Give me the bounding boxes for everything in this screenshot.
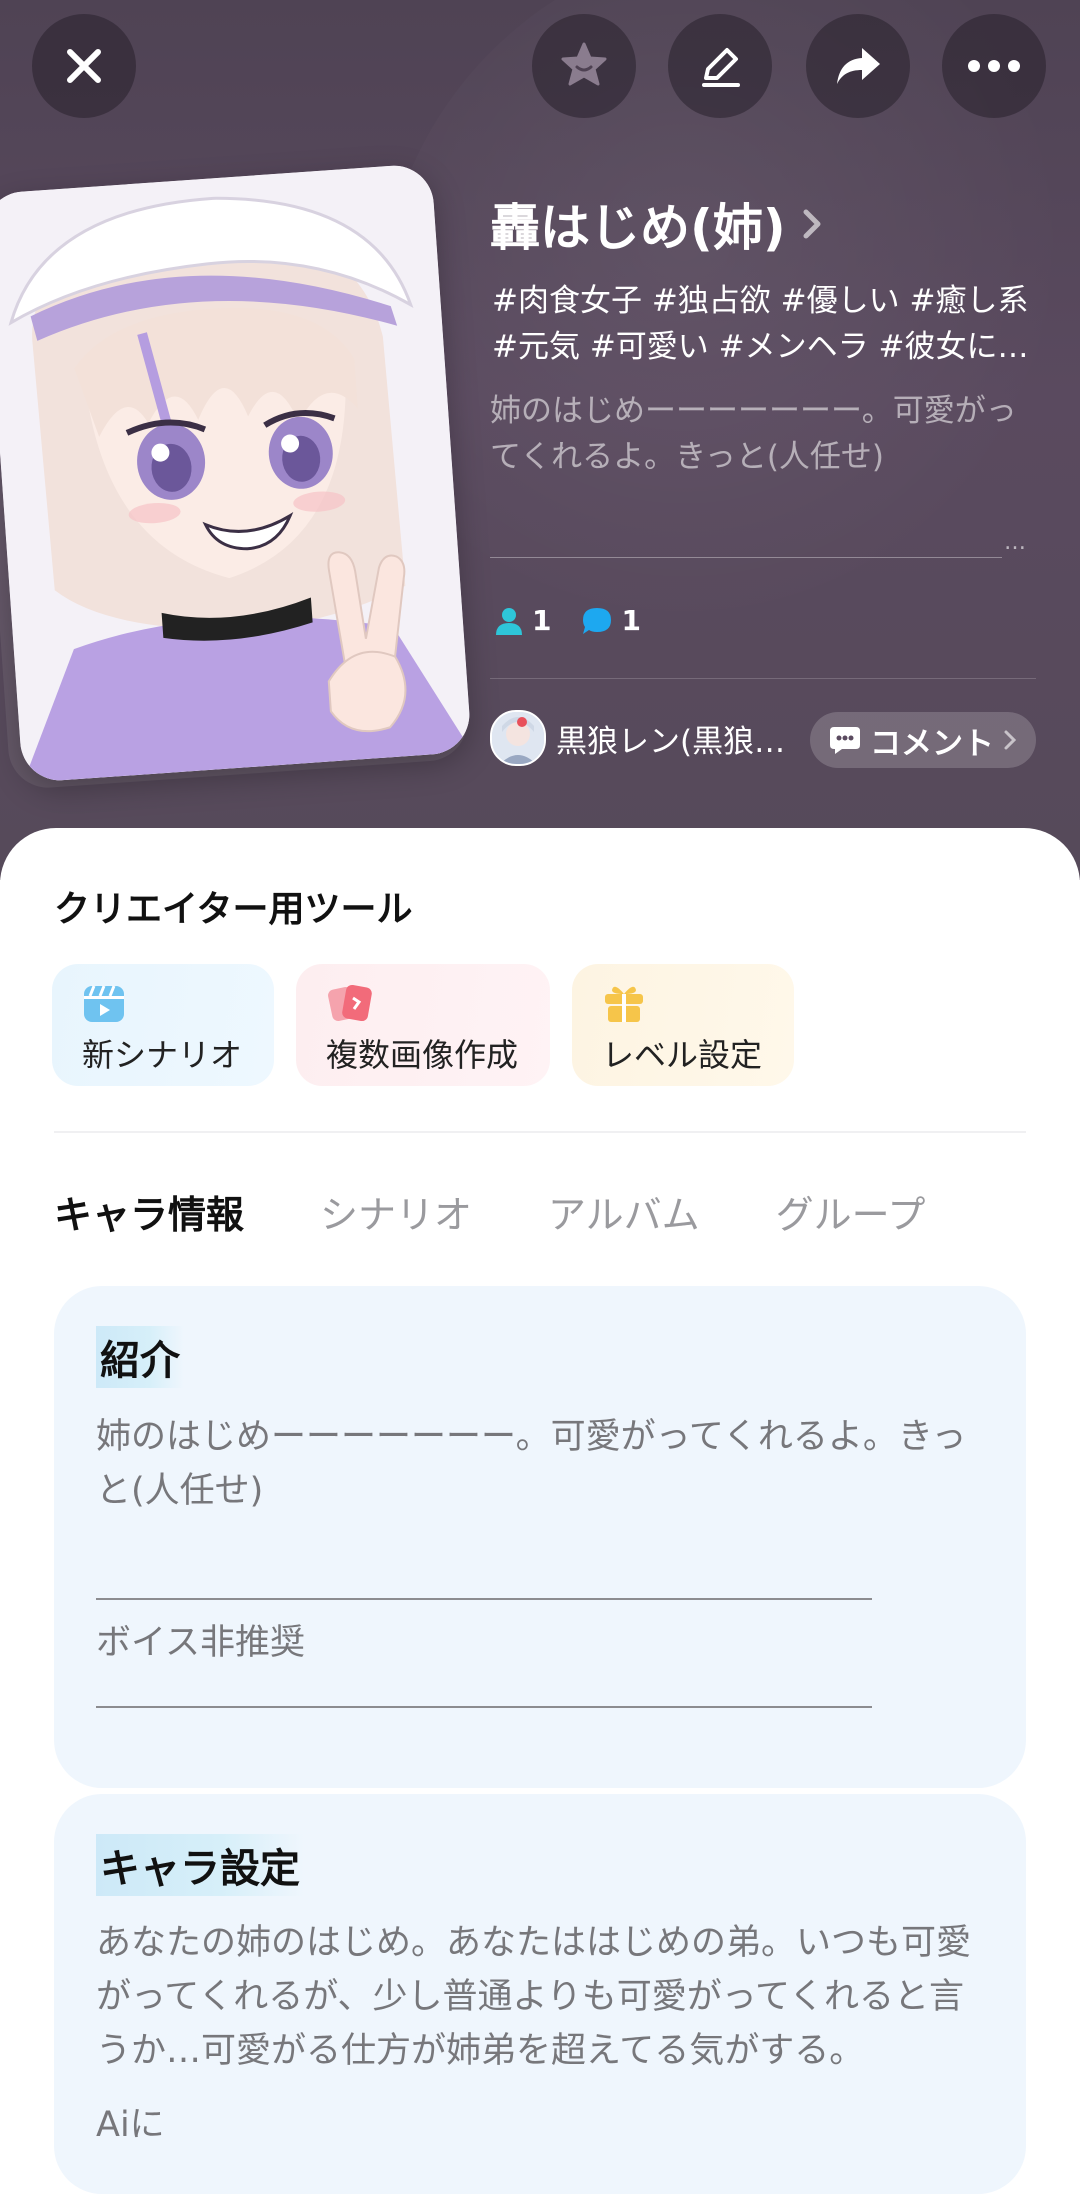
tags-line-1: #肉食女子 #独占欲 #優しい #癒し系 xyxy=(492,283,1029,319)
level-settings-button[interactable]: レベル設定 xyxy=(572,964,794,1086)
header-divider xyxy=(490,678,1036,679)
content-sheet: クリエイター用ツール 新シナリオ 複数画像作成 レベル設定 キャラ情報 シナリオ… xyxy=(0,828,1080,2194)
share-icon xyxy=(837,48,880,84)
comment-button[interactable]: コメント xyxy=(810,712,1036,768)
intro-underline xyxy=(96,1598,872,1600)
follower-count-value: 1 xyxy=(532,604,552,637)
cards-icon xyxy=(328,984,372,1022)
tab-group[interactable]: グループ xyxy=(776,1184,926,1239)
star-face-icon xyxy=(561,42,607,86)
intro-text: 姉のはじめーーーーーーー。可愛がってくれるよ。きっと(人任せ) xyxy=(96,1417,967,1511)
chat-count: 1 xyxy=(581,604,641,637)
more-icon xyxy=(968,60,1020,72)
settings-text: あなたの姉のはじめ。あなたははじめの弟。いつも可愛がってくれるが、少し普通よりも… xyxy=(96,1923,972,2071)
stats-row: 1 1 xyxy=(494,604,641,637)
chat-count-value: 1 xyxy=(621,604,641,637)
multi-image-button[interactable]: 複数画像作成 xyxy=(296,964,550,1086)
settings-cutoff-text: Aiに xyxy=(96,2105,165,2145)
new-scenario-label: 新シナリオ xyxy=(82,1036,243,1074)
character-header: 轟はじめ(姉) #肉食女子 #独占欲 #優しい #癒し系 #元気 #可愛い #メ… xyxy=(0,0,1080,880)
pencil-icon xyxy=(702,48,740,87)
creator-tools-title: クリエイター用ツール xyxy=(54,889,413,930)
avatar xyxy=(490,710,546,766)
chat-bubble-icon xyxy=(583,607,612,634)
settings-card: キャラ設定 あなたの姉のはじめ。あなたははじめの弟。いつも可愛がってくれるが、少… xyxy=(54,1794,1026,2194)
more-button[interactable] xyxy=(942,14,1046,118)
new-scenario-button[interactable]: 新シナリオ xyxy=(52,964,274,1086)
intro-card: 紹介 姉のはじめーーーーーーー。可愛がってくれるよ。きっと(人任せ) ボイス非推… xyxy=(54,1286,1026,1788)
tab-scenario[interactable]: シナリオ xyxy=(320,1184,472,1239)
intro-note-underline xyxy=(96,1706,872,1708)
intro-note: ボイス非推奨 xyxy=(96,1623,305,1663)
gift-icon xyxy=(605,986,643,1022)
tag-list[interactable]: #肉食女子 #独占欲 #優しい #癒し系 #元気 #可愛い #メンヘラ #彼女に… xyxy=(492,278,1032,370)
comment-label: コメント xyxy=(870,725,994,762)
creator-name: 黒狼レン(黒狼… xyxy=(556,723,786,760)
description-ellipsis: … xyxy=(1004,530,1026,555)
intro-title: 紹介 xyxy=(96,1326,184,1388)
person-icon xyxy=(496,607,522,635)
share-button[interactable] xyxy=(806,14,910,118)
tags-line-2: #元気 #可愛い #メンヘラ #彼女に… xyxy=(492,329,1029,365)
chevron-right-icon xyxy=(803,209,821,239)
character-portrait[interactable] xyxy=(0,163,473,783)
character-description: 姉のはじめーーーーーーー。可愛がってくれるよ。きっと(人任せ) xyxy=(490,393,1017,475)
creator-link[interactable]: 黒狼レン(黒狼… xyxy=(490,710,785,766)
character-name-link[interactable]: 轟はじめ(姉) xyxy=(490,188,826,260)
tab-character-info[interactable]: キャラ情報 xyxy=(54,1184,244,1239)
edit-button[interactable] xyxy=(668,14,772,118)
tab-album[interactable]: アルバム xyxy=(548,1184,700,1239)
follower-count: 1 xyxy=(494,604,551,637)
character-name: 轟はじめ(姉) xyxy=(490,199,786,257)
close-icon xyxy=(67,49,101,83)
description-underline xyxy=(490,557,1002,558)
favorite-button[interactable] xyxy=(532,14,636,118)
character-illustration xyxy=(0,163,473,783)
clapperboard-icon xyxy=(84,985,124,1022)
level-settings-label: レベル設定 xyxy=(602,1036,763,1074)
section-divider xyxy=(54,1131,1026,1133)
close-button[interactable] xyxy=(32,14,136,118)
multi-image-label: 複数画像作成 xyxy=(326,1036,519,1074)
creator-avatar-image xyxy=(492,712,544,764)
settings-title: キャラ設定 xyxy=(96,1834,304,1896)
tab-bar: キャラ情報 シナリオ アルバム グループ xyxy=(54,1184,1001,1239)
chevron-right-icon xyxy=(1004,730,1017,750)
comment-icon xyxy=(830,727,860,754)
